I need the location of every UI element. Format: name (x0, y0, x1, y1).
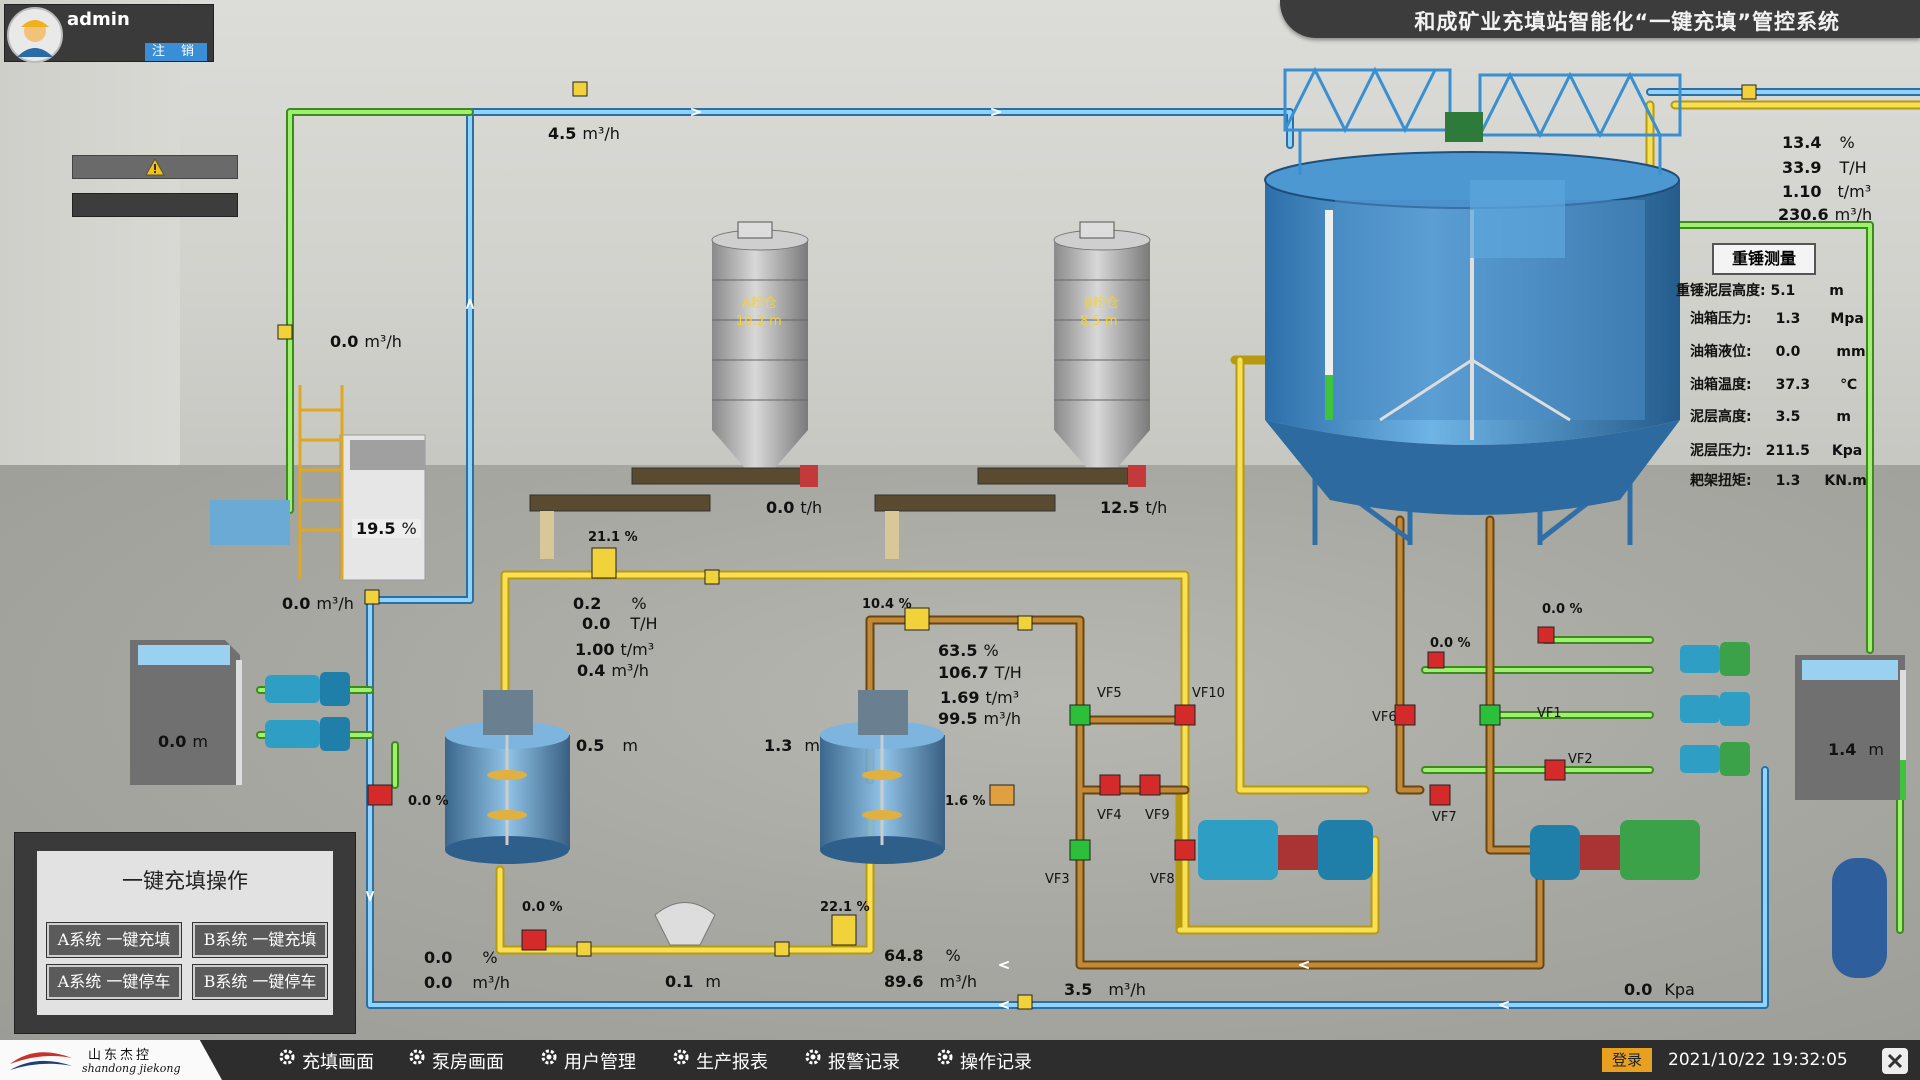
one-key-fill-panel-inner: 一键充填操作 A系统 一键充填 B系统 一键充填 A系统 一键停车 B系统 一键… (37, 851, 333, 1015)
line-b-mass-flow: 106.7 T/H (938, 663, 1022, 682)
title-bar: 和成矿业充填站智能化“一键充填”管控系统 (1280, 0, 1920, 38)
measure-row-mud-level: 泥层高度: 3.5 m (1690, 409, 1852, 425)
mixer-percentage: 19.5% (352, 519, 421, 538)
silo-a-feed-rate: 0.0 t/h (766, 498, 823, 517)
measure-row-mud-height: 重锤泥层高度: 5.1 m (1676, 283, 1844, 299)
line-a-percentage: 0.2% (573, 594, 647, 613)
thickener-density: 1.10 t/m³ (1782, 182, 1872, 201)
measure-row-mud-pressure: 泥层压力: 211.5 Kpa (1690, 443, 1863, 459)
thickener-volume-flow: 230.6 m³/h (1778, 205, 1873, 224)
valve-label-vf7[interactable]: VF7 (1432, 810, 1457, 825)
line-b-volume-flow: 99.5 m³/h (938, 709, 1022, 728)
valve-tag-7: 0.0 % (1430, 636, 1471, 651)
valve-label-vf2[interactable]: VF2 (1568, 752, 1593, 767)
valve-label-vf1[interactable]: VF1 (1537, 706, 1562, 721)
bottom-a-percentage: 0.0% (424, 948, 498, 967)
hopper-level: 0.1 m (665, 972, 721, 991)
valve-label-vf8[interactable]: VF8 (1150, 872, 1175, 887)
mixer-flow: 0.0 m³/h (282, 594, 354, 613)
silo-a-name: A粉仓 (742, 296, 777, 311)
nav-alarm-records[interactable]: 报警记录 (804, 1048, 900, 1074)
pressure-reading: 0.0 Kpa (1624, 980, 1695, 999)
valve-label-vf3[interactable]: VF3 (1045, 872, 1070, 887)
logout-button[interactable]: 注 销 (145, 43, 207, 61)
valve-label-vf6[interactable]: VF6 (1372, 710, 1397, 725)
weight-measure-button[interactable]: 重锤测量 (1712, 243, 1816, 275)
page-title: 和成矿业充填站智能化“一键充填”管控系统 (1414, 10, 1840, 34)
valve-tag-1: 21.1 % (588, 530, 638, 545)
warning-icon (145, 158, 165, 176)
datetime: 2021/10/22 19:32:05 (1668, 1050, 1848, 1070)
thickener-percentage: 13.4% (1782, 133, 1855, 152)
b-system-stop-button[interactable]: B系统 一键停车 (193, 965, 327, 999)
right-tank-level: 1.4 m (1828, 740, 1884, 759)
valve-label-vf4[interactable]: VF4 (1097, 808, 1122, 823)
silo-b-level: 8.5 m (1080, 314, 1118, 329)
exit-icon[interactable] (1880, 1046, 1910, 1076)
user-name: admin (67, 9, 130, 30)
gear-icon (672, 1049, 690, 1071)
measure-row-oil-temp: 油箱温度: 37.3 ℃ (1690, 377, 1858, 393)
line-b-percentage: 63.5% (938, 641, 999, 660)
gear-icon (540, 1049, 558, 1071)
gear-icon (408, 1049, 426, 1071)
line-a-density: 1.00 t/m³ (575, 640, 655, 659)
nav-fill-screen[interactable]: 充填画面 (278, 1048, 374, 1074)
measure-row-oil-level: 油箱液位: 0.0 mm (1690, 344, 1866, 360)
line-b-density: 1.69 t/m³ (940, 688, 1020, 707)
logo-cn: 山东杰控 (88, 1048, 153, 1063)
line-a-volume-flow: 0.4 m³/h (577, 661, 649, 680)
top-water-flow: 4.5 m³/h (548, 124, 620, 143)
valve-label-vf10[interactable]: VF10 (1192, 686, 1225, 701)
stirrer-b-level: 1.3 m (764, 736, 820, 755)
valve-tag-5: 0.0 % (522, 900, 563, 915)
stirrer-a-level: 0.5 m (576, 736, 638, 755)
measure-row-rake-torque: 耙架扭矩: 1.3 KN.m (1690, 473, 1867, 489)
bottom-b-flow: 89.6 m³/h (884, 972, 978, 991)
a-system-stop-button[interactable]: A系统 一键停车 (47, 965, 181, 999)
nav-pump-screen[interactable]: 泵房画面 (408, 1048, 504, 1074)
gear-icon (936, 1049, 954, 1071)
b-system-fill-button[interactable]: B系统 一键充填 (193, 923, 327, 957)
thickener-mass-flow: 33.9 T/H (1782, 158, 1867, 177)
valve-tag-4: 1.6 % (945, 794, 986, 809)
silo-b-feed-rate: 12.5 t/h (1100, 498, 1168, 517)
logo-mark-icon (10, 1052, 72, 1070)
valve-label-vf9[interactable]: VF9 (1145, 808, 1170, 823)
valve-tag-3: 0.0 % (408, 794, 449, 809)
left-water-flow: 0.0 m³/h (330, 332, 402, 351)
nav-operation-records[interactable]: 操作记录 (936, 1048, 1032, 1074)
company-logo: 山东杰控 shandong jiekong (0, 1040, 222, 1080)
a-system-fill-button[interactable]: A系统 一键充填 (47, 923, 181, 957)
one-key-fill-title: 一键充填操作 (122, 869, 248, 893)
nav-user-management[interactable]: 用户管理 (540, 1048, 636, 1074)
avatar-icon (7, 7, 63, 63)
gear-icon (804, 1049, 822, 1071)
valve-tag-2: 10.4 % (862, 597, 912, 612)
gear-icon (278, 1049, 296, 1071)
return-water-flow: 3.5 m³/h (1064, 980, 1146, 999)
logo-en: shandong jiekong (82, 1062, 181, 1075)
one-key-fill-panel: 一键充填操作 A系统 一键充填 B系统 一键充填 A系统 一键停车 B系统 一键… (14, 832, 356, 1034)
login-button[interactable]: 登录 (1602, 1048, 1652, 1072)
bottom-a-flow: 0.0 m³/h (424, 973, 510, 992)
nav-production-report[interactable]: 生产报表 (672, 1048, 768, 1074)
valve-label-vf5[interactable]: VF5 (1097, 686, 1122, 701)
line-a-mass-flow: 0.0 T/H (582, 614, 658, 633)
alarm-message-bar (72, 193, 238, 217)
valve-tag-6: 22.1 % (820, 900, 870, 915)
alarm-banner[interactable] (72, 155, 238, 179)
user-panel: admin 注 销 (4, 4, 214, 63)
valve-tag-8: 0.0 % (1542, 602, 1583, 617)
left-tank-level: 0.0 m (158, 732, 208, 751)
silo-b-name: B粉仓 (1084, 296, 1119, 311)
measure-row-oil-pressure: 油箱压力: 1.3 Mpa (1690, 311, 1864, 327)
bottom-b-percentage: 64.8% (884, 946, 961, 965)
silo-a-level: 10.2 m (736, 314, 782, 329)
